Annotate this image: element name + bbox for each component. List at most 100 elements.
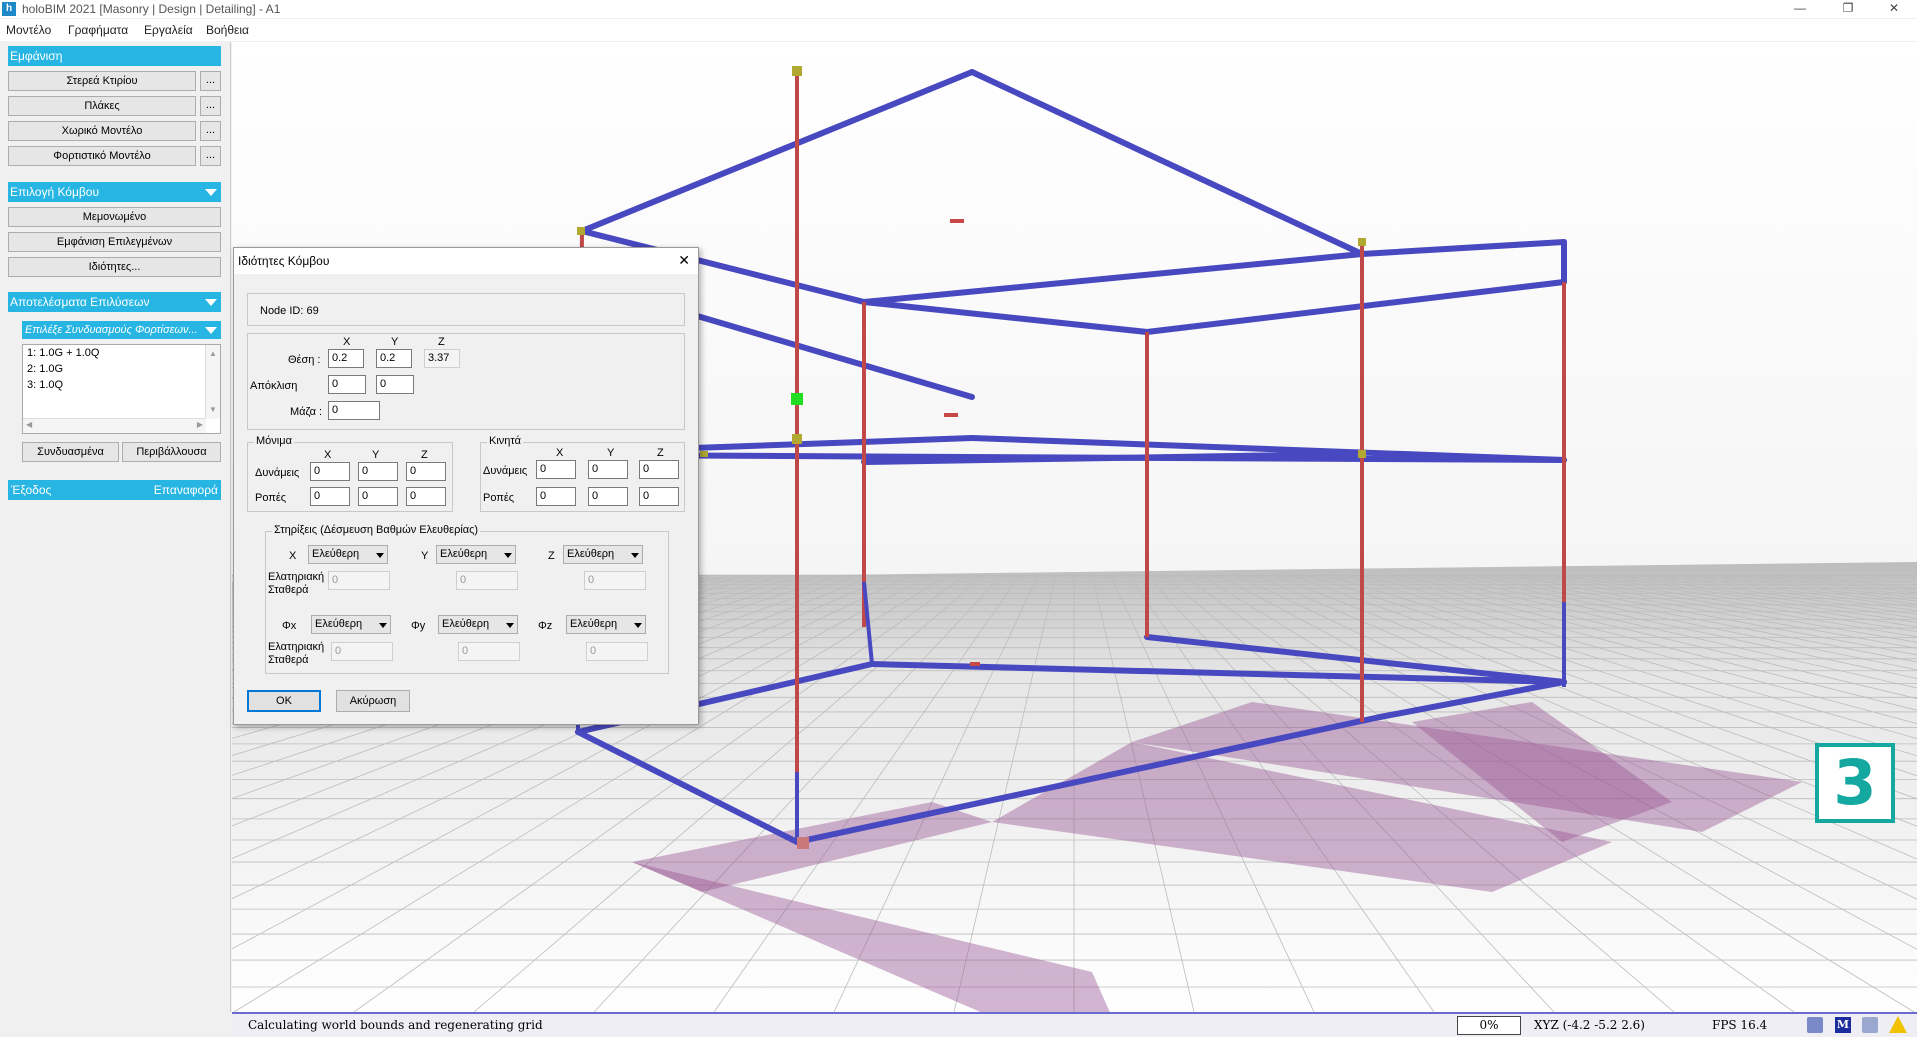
permanent-force-z-field[interactable]: 0 <box>406 462 446 481</box>
rot-stiffness-x-field: 0 <box>331 642 393 661</box>
node-selection-header[interactable]: Επιλογή Κόμβου <box>8 182 221 202</box>
position-z-field: 3.37 <box>424 349 460 368</box>
properties-button[interactable]: Ιδιότητες... <box>8 257 221 277</box>
stiffness-z-field: 0 <box>584 571 646 590</box>
rot-z-label: Φz <box>538 620 553 632</box>
view-number-badge[interactable]: 3 <box>1815 743 1895 823</box>
camera-icon[interactable] <box>1807 1017 1823 1033</box>
chevron-down-icon <box>205 189 217 196</box>
dialog-title: Ιδιότητες Κόμβου <box>238 254 330 268</box>
single-node-button[interactable]: Μεμονωμένο <box>8 207 221 227</box>
axis-x-label: X <box>289 550 297 562</box>
spatial-model-options-button[interactable]: ... <box>200 121 221 141</box>
support-x-select[interactable]: Ελεύθερη <box>308 545 388 564</box>
live-force-y-field[interactable]: 0 <box>588 460 628 479</box>
load-combinations-list[interactable]: 1: 1.0G + 1.0Q 2: 1.0G 3: 1.0Q ▲ ▼ ◀ ▶ <box>22 344 221 434</box>
menu-help[interactable]: Βοήθεια <box>206 23 249 37</box>
live-moment-x-field[interactable]: 0 <box>536 487 576 506</box>
status-message: Calculating world bounds and regeneratin… <box>248 1018 543 1032</box>
list-item[interactable]: 1: 1.0G + 1.0Q <box>27 347 99 359</box>
reset-link[interactable]: Επαναφορά <box>154 480 218 500</box>
combined-button[interactable]: Συνδυασμένα <box>22 442 119 462</box>
support-rx-select[interactable]: Ελεύθερη <box>311 615 391 634</box>
slabs-button[interactable]: Πλάκες <box>8 96 196 116</box>
live-force-z-field[interactable]: 0 <box>639 460 679 479</box>
scroll-down-icon[interactable]: ▼ <box>209 405 217 414</box>
axis-x-label: X <box>343 336 351 348</box>
load-combination-select[interactable]: Επιλέξε Συνδυασμούς Φορτίσεων... <box>22 321 221 339</box>
live-force-x-field[interactable]: 0 <box>536 460 576 479</box>
position-x-field[interactable]: 0.2 <box>328 349 364 368</box>
minimize-button[interactable]: — <box>1780 0 1820 18</box>
mass-field[interactable]: 0 <box>328 401 380 420</box>
load-model-button[interactable]: Φορτιστικό Μοντέλο <box>8 146 196 166</box>
menu-model[interactable]: Μοντέλο <box>6 23 51 37</box>
menu-graphics[interactable]: Γραφήματα <box>68 23 128 37</box>
title-bar: h holoBIM 2021 [Masonry | Design | Detai… <box>0 0 1917 18</box>
forces-label: Δυνάμεις <box>255 467 300 479</box>
axis-x-label: X <box>556 447 564 459</box>
selected-node[interactable] <box>791 393 803 405</box>
horizontal-scrollbar[interactable]: ◀ ▶ <box>23 418 206 433</box>
deviation-y-field[interactable]: 0 <box>376 375 414 394</box>
permanent-loads-group: Μόνιμα X Y Z Δυνάμεις 0 0 0 Ροπές 0 0 0 <box>247 435 453 512</box>
permanent-force-x-field[interactable]: 0 <box>310 462 350 481</box>
support-z-select[interactable]: Ελεύθερη <box>563 545 643 564</box>
envelope-button[interactable]: Περιβάλλουσα <box>122 442 221 462</box>
scroll-right-icon[interactable]: ▶ <box>197 420 203 429</box>
results-section-header[interactable]: Αποτελέσματα Επιλύσεων <box>8 292 221 312</box>
axis-z-label: Z <box>657 447 664 459</box>
chevron-down-icon <box>205 299 217 306</box>
support-ry-select[interactable]: Ελεύθερη <box>438 615 518 634</box>
show-selected-button[interactable]: Εμφάνιση Επιλεγμένων <box>8 232 221 252</box>
chevron-down-icon <box>630 616 645 633</box>
warning-icon[interactable] <box>1889 1016 1907 1033</box>
solid-building-options-button[interactable]: ... <box>200 71 221 91</box>
base-node[interactable] <box>797 837 809 849</box>
support-rz-select[interactable]: Ελεύθερη <box>566 615 646 634</box>
slabs-options-button[interactable]: ... <box>200 96 221 116</box>
list-item[interactable]: 3: 1.0Q <box>27 379 63 391</box>
support-rx-value: Ελεύθερη <box>315 618 363 630</box>
close-window-button[interactable]: ✕ <box>1874 0 1914 18</box>
load-model-options-button[interactable]: ... <box>200 146 221 166</box>
support-y-select[interactable]: Ελεύθερη <box>436 545 516 564</box>
forces-label: Δυνάμεις <box>483 465 528 477</box>
scroll-left-icon[interactable]: ◀ <box>26 420 32 429</box>
chevron-down-icon <box>205 327 217 334</box>
rot-stiffness-z-field: 0 <box>586 642 648 661</box>
rot-stiffness-y-field: 0 <box>458 642 520 661</box>
permanent-moment-x-field[interactable]: 0 <box>310 487 350 506</box>
axis-y-label: Y <box>372 449 380 461</box>
settings-icon[interactable] <box>1862 1017 1878 1033</box>
ok-button[interactable]: OK <box>247 690 321 712</box>
live-moment-y-field[interactable]: 0 <box>588 487 628 506</box>
app-logo-icon: h <box>2 2 16 16</box>
permanent-moment-y-field[interactable]: 0 <box>358 487 398 506</box>
exit-link[interactable]: Έξοδος <box>11 480 51 500</box>
close-icon[interactable]: ✕ <box>678 252 690 268</box>
support-ry-value: Ελεύθερη <box>442 618 490 630</box>
permanent-force-y-field[interactable]: 0 <box>358 462 398 481</box>
load-marker <box>950 219 964 223</box>
scroll-up-icon[interactable]: ▲ <box>209 349 217 358</box>
stiffness-x-field: 0 <box>328 571 390 590</box>
spatial-model-button[interactable]: Χωρικό Μοντέλο <box>8 121 196 141</box>
rot-stiffness-label-line1: Ελατηριακή <box>268 641 325 653</box>
position-label: Θέση : <box>288 354 321 366</box>
menu-tools[interactable]: Εργαλεία <box>144 23 193 37</box>
solid-building-button[interactable]: Στερεά Κτιρίου <box>8 71 196 91</box>
m-toggle-icon[interactable]: M <box>1835 1017 1851 1033</box>
list-item[interactable]: 2: 1.0G <box>27 363 63 375</box>
moments-label: Ροπές <box>255 492 287 504</box>
vertical-scrollbar[interactable]: ▲ ▼ <box>205 345 220 419</box>
cancel-button[interactable]: Ακύρωση <box>336 690 410 712</box>
permanent-moment-z-field[interactable]: 0 <box>406 487 446 506</box>
node-id-label: Node ID: 69 <box>260 305 319 317</box>
live-moment-z-field[interactable]: 0 <box>639 487 679 506</box>
supports-group: Στηρίξεις (Δέσμευση Βαθμών Ελευθερίας) X… <box>265 524 669 674</box>
view-number: 3 <box>1833 746 1877 819</box>
deviation-x-field[interactable]: 0 <box>328 375 366 394</box>
position-y-field[interactable]: 0.2 <box>376 349 412 368</box>
restore-button[interactable]: ❐ <box>1828 0 1868 18</box>
